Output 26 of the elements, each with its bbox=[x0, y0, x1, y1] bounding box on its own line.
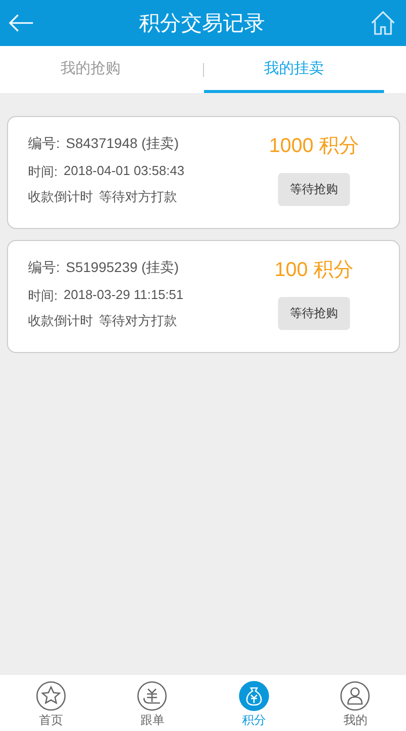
countdown-status: 等待对方打款 bbox=[99, 312, 177, 330]
points-amount: 100 积分 bbox=[274, 258, 354, 283]
home-icon[interactable] bbox=[370, 10, 396, 36]
countdown-label: 收款倒计时 bbox=[28, 312, 93, 330]
time-label: 时间: bbox=[28, 287, 58, 305]
status-button[interactable]: 等待抢购 bbox=[278, 297, 350, 330]
person-icon bbox=[340, 681, 370, 711]
nav-item[interactable]: 积分 bbox=[203, 675, 304, 731]
time-label: 时间: bbox=[28, 163, 58, 181]
points-amount: 1000 积分 bbox=[268, 134, 360, 159]
countdown-label: 收款倒计时 bbox=[28, 188, 93, 206]
number-label: 编号: bbox=[28, 259, 60, 277]
status-button[interactable]: 等待抢购 bbox=[278, 173, 350, 206]
page-title: 积分交易记录 bbox=[139, 11, 265, 37]
nav-item[interactable]: 跟单 bbox=[102, 675, 203, 731]
nav-item[interactable]: 我的 bbox=[304, 675, 406, 731]
back-icon[interactable] bbox=[8, 13, 34, 33]
time-value: 2018-03-29 11:15:51 bbox=[64, 287, 184, 304]
order-number: S51995239 (挂卖) bbox=[66, 259, 179, 277]
countdown-status: 等待对方打款 bbox=[99, 188, 177, 206]
order-number: S84371948 (挂卖) bbox=[66, 135, 179, 153]
money-bag-icon bbox=[238, 681, 269, 711]
number-label: 编号: bbox=[28, 135, 60, 153]
nav-item[interactable]: 首页 bbox=[0, 675, 102, 731]
yen-icon bbox=[137, 681, 168, 711]
time-value: 2018-04-01 03:58:43 bbox=[64, 163, 184, 180]
